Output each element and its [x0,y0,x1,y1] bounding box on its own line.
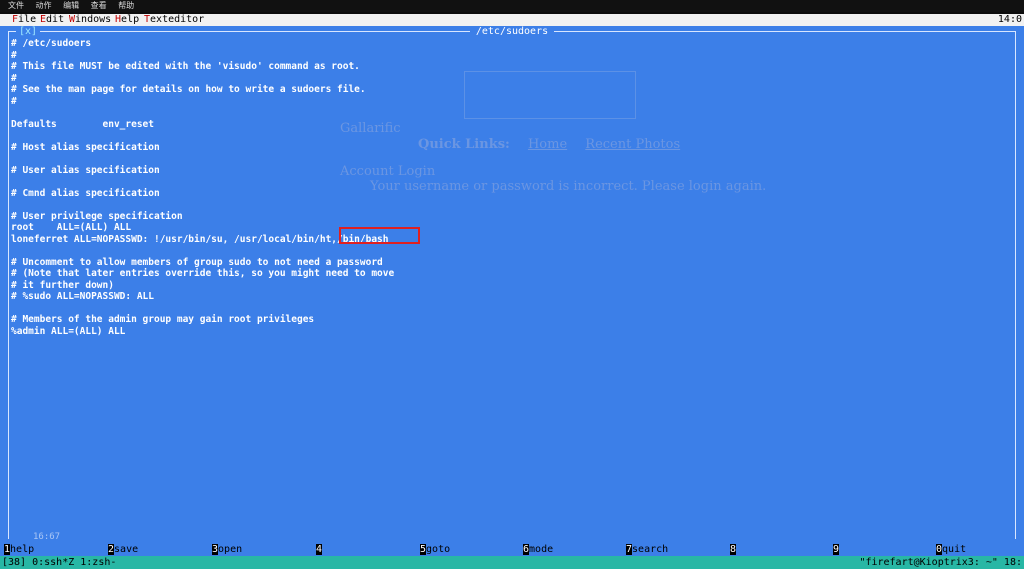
window-title-bar: /etc/sudoers [0,26,1024,38]
menu-help[interactable]: Help [115,14,139,26]
cursor-position: 16:67 [30,532,64,542]
text-line[interactable]: # it further down) [11,280,1011,292]
fkey-8[interactable]: 8 [730,544,833,556]
menu-windows-rest: indows [75,14,112,25]
text-line[interactable]: # Uncomment to allow members of group su… [11,257,1011,269]
menu-edit[interactable]: Edit [40,14,64,26]
menu-windows[interactable]: Windows [69,14,111,26]
fkey-label: open [218,544,243,555]
fkey-label: quit [942,544,967,555]
fkey-number: 9 [833,544,840,555]
text-line[interactable]: # %sudo ALL=NOPASSWD: ALL [11,291,1011,303]
text-line[interactable]: root ALL=(ALL) ALL [11,222,1011,234]
text-line[interactable]: # Cmnd alias specification [11,188,1011,200]
system-menu-file[interactable]: 文件 [8,1,24,10]
text-line[interactable]: Defaults env_reset [11,119,1011,131]
menu-file-rest: ile [18,14,37,25]
text-line[interactable] [11,303,1011,315]
text-line[interactable]: # User alias specification [11,165,1011,177]
menu-texteditor-rest: exteditor [150,14,205,25]
text-line-loneferret[interactable]: loneferret ALL=NOPASSWD: !/usr/bin/su, /… [11,234,1011,246]
window-frame-left [8,31,9,539]
editor-menu-bar: File Edit Windows Help Texteditor 14:0 [0,14,1024,26]
menu-edit-rest: dit [46,14,65,25]
system-menu-action[interactable]: 动作 [36,1,52,10]
editor-window[interactable]: Gallarific Quick Links: Home Recent Phot… [0,26,1024,544]
text-line[interactable]: # This file MUST be edited with the 'vis… [11,61,1011,73]
fkey-label: save [114,544,139,555]
fkey-number: 8 [730,544,737,555]
fkey-save[interactable]: 2save [108,544,211,556]
text-line[interactable] [11,245,1011,257]
text-line[interactable]: # See the man page for details on how to… [11,84,1011,96]
fkey-quit[interactable]: 0quit [936,544,1022,556]
fkey-label: search [632,544,669,555]
function-key-bar: 1help 2save 3open 4 5goto 6mode 7search … [0,544,1024,556]
fkey-help[interactable]: 1help [4,544,107,556]
fkey-label: mode [529,544,554,555]
text-line[interactable] [11,130,1011,142]
fkey-open[interactable]: 3open [212,544,315,556]
system-menu-help[interactable]: 帮助 [118,1,134,10]
fkey-label: goto [426,544,451,555]
text-line[interactable] [11,176,1011,188]
window-title: /etc/sudoers [469,26,555,37]
file-content[interactable]: # /etc/sudoers # # This file MUST be edi… [11,38,1011,337]
text-line[interactable]: # Members of the admin group may gain ro… [11,314,1011,326]
text-line[interactable]: # Host alias specification [11,142,1011,154]
clock: 14:0 [997,14,1022,25]
window-frame-right [1015,31,1016,539]
tmux-status-bar: [38] 0:ssh*Z 1:zsh- "firefart@Kioptrix3:… [0,556,1024,569]
text-line[interactable] [11,199,1011,211]
text-line[interactable]: %admin ALL=(ALL) ALL [11,326,1011,338]
fkey-label: help [10,544,35,555]
text-line[interactable]: # [11,73,1011,85]
text-line[interactable]: # (Note that later entries override this… [11,268,1011,280]
menu-texteditor[interactable]: Texteditor [144,14,204,26]
fkey-mode[interactable]: 6mode [523,544,626,556]
text-line[interactable]: # User privilege specification [11,211,1011,223]
menu-help-rest: elp [121,14,140,25]
fkey-number: 4 [316,544,323,555]
system-menu-view[interactable]: 查看 [91,1,107,10]
text-line[interactable] [11,153,1011,165]
fkey-search[interactable]: 7search [626,544,729,556]
fkey-9[interactable]: 9 [833,544,936,556]
fkey-goto[interactable]: 5goto [420,544,523,556]
system-menu-edit[interactable]: 编辑 [63,1,79,10]
text-line[interactable]: # /etc/sudoers [11,38,1011,50]
highlight-box [339,227,420,244]
fkey-4[interactable]: 4 [316,544,419,556]
tmux-window-list[interactable]: [38] 0:ssh*Z 1:zsh- [2,556,116,569]
menu-file[interactable]: File [12,14,36,26]
text-line[interactable] [11,107,1011,119]
tmux-host-info: "firefart@Kioptrix3: ~" 18: [859,557,1022,568]
system-menu-bar: 文件 动作 编辑 查看 帮助 [0,0,1024,12]
text-line[interactable]: # [11,50,1011,62]
text-line[interactable]: # [11,96,1011,108]
